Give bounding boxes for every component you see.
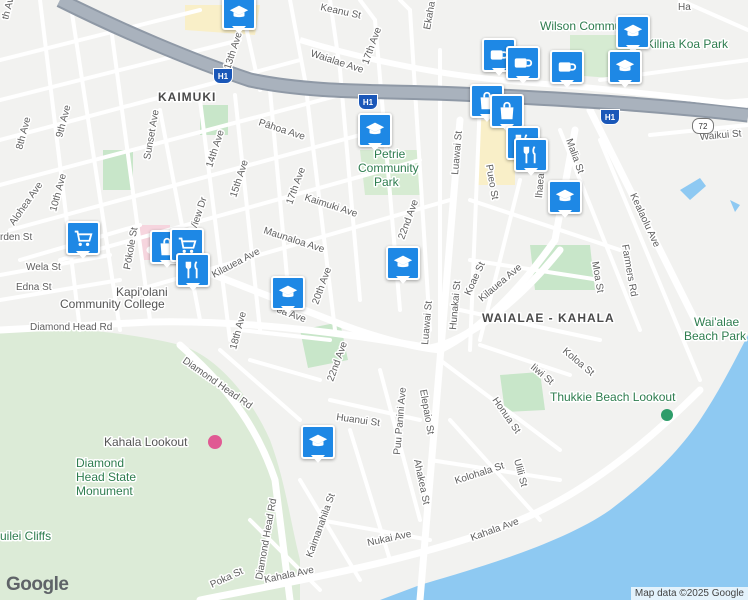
school-icon bbox=[358, 113, 392, 147]
street-sunset: Sunset Ave bbox=[142, 109, 162, 161]
label-waialae: WAIALAE - KAHALA bbox=[482, 311, 615, 325]
label-petrie-3: Park bbox=[374, 175, 400, 189]
fork-knife-icon bbox=[514, 138, 548, 172]
label-kapiolani-2: Community College bbox=[60, 297, 165, 311]
label-waialae-beach-2: Beach Park bbox=[684, 329, 747, 343]
label-kaimuki: KAIMUKI bbox=[158, 90, 216, 104]
street-arden: rden St bbox=[0, 232, 32, 243]
school-icon bbox=[548, 180, 582, 214]
street-luawai-b: Luawai St bbox=[420, 300, 435, 345]
street-wela: Wela St bbox=[26, 262, 61, 273]
school-icon bbox=[386, 246, 420, 280]
label-waialae-beach-1: Wai'alae bbox=[694, 315, 740, 329]
street-pokole: Pōkole St bbox=[122, 226, 140, 270]
cafe-marker[interactable] bbox=[506, 46, 540, 84]
h1-shield-3: H1 bbox=[600, 109, 620, 125]
street-ha: Ha bbox=[678, 2, 691, 13]
street-diamond-head: Diamond Head Rd bbox=[30, 322, 112, 333]
street-ekaha: Ekaha Ave bbox=[422, 0, 441, 31]
h1-shield-1: H1 bbox=[213, 68, 233, 84]
map-attribution[interactable]: Map data ©2025 Google bbox=[630, 587, 748, 600]
school-marker[interactable] bbox=[548, 180, 582, 218]
school-marker[interactable] bbox=[222, 0, 256, 34]
h1-shield-2: H1 bbox=[358, 94, 378, 110]
shopping-bag-icon bbox=[490, 94, 524, 128]
label-diamond-2: Head State bbox=[76, 470, 136, 484]
school-icon bbox=[271, 276, 305, 310]
camera-icon bbox=[208, 435, 222, 449]
school-icon bbox=[301, 425, 335, 459]
route-72-shield: 72 bbox=[692, 118, 714, 134]
label-petrie-2: Community bbox=[358, 161, 419, 175]
school-marker[interactable] bbox=[616, 15, 650, 53]
street-6th: th Ave bbox=[0, 0, 18, 21]
street-hunakai: Hunakai St bbox=[448, 280, 463, 330]
street-edna: Edna St bbox=[16, 282, 52, 293]
map[interactable]: KAIMUKI WAIALAE - KAHALA Wilson Communit… bbox=[0, 0, 748, 600]
fork-knife-icon bbox=[176, 253, 210, 287]
street-keanu: Keanu St bbox=[319, 2, 362, 21]
school-icon bbox=[608, 50, 642, 84]
street-elepaio: Elepaio St bbox=[417, 389, 436, 436]
label-diamond-3: Monument bbox=[76, 484, 133, 498]
school-icon bbox=[616, 15, 650, 49]
map-base: KAIMUKI WAIALAE - KAHALA Wilson Communit… bbox=[0, 0, 748, 600]
google-logo: Google bbox=[6, 574, 69, 595]
school-marker[interactable] bbox=[301, 425, 335, 463]
restaurant-marker[interactable] bbox=[514, 138, 548, 176]
street-kaimanahila: Kaimanahila St bbox=[304, 492, 337, 559]
street-pahoa: Pāhoa Ave bbox=[257, 117, 307, 142]
street-13th: 13th Ave bbox=[222, 30, 245, 71]
cafe-marker[interactable] bbox=[550, 50, 584, 88]
label-cliffs: uilei Cliffs bbox=[0, 529, 51, 543]
label-thukkie: Thukkie Beach Lookout bbox=[550, 390, 676, 404]
viewpoint-icon bbox=[661, 409, 673, 421]
coffee-icon bbox=[550, 50, 584, 84]
street-kahala-2: Kahala Ave bbox=[469, 516, 521, 544]
street-huanui: Huanui St bbox=[336, 412, 381, 429]
label-kilina-koa: Kilina Koa Park bbox=[646, 37, 729, 51]
street-22nd: 22nd Ave bbox=[396, 198, 421, 241]
coffee-icon bbox=[506, 46, 540, 80]
street-luawai: Luawai St bbox=[450, 130, 465, 175]
label-diamond-1: Diamond bbox=[76, 456, 124, 470]
restaurant-marker[interactable] bbox=[176, 253, 210, 291]
school-marker[interactable] bbox=[608, 50, 642, 88]
school-marker[interactable] bbox=[358, 113, 392, 151]
street-puu-panini: Puu Panini Ave bbox=[392, 386, 409, 455]
label-kahala-lookout: Kahala Lookout bbox=[104, 435, 188, 449]
school-marker[interactable] bbox=[386, 246, 420, 284]
school-marker[interactable] bbox=[271, 276, 305, 314]
grocery-marker[interactable] bbox=[66, 221, 100, 259]
street-15th: 15th Ave bbox=[228, 158, 251, 199]
cart-icon bbox=[66, 221, 100, 255]
